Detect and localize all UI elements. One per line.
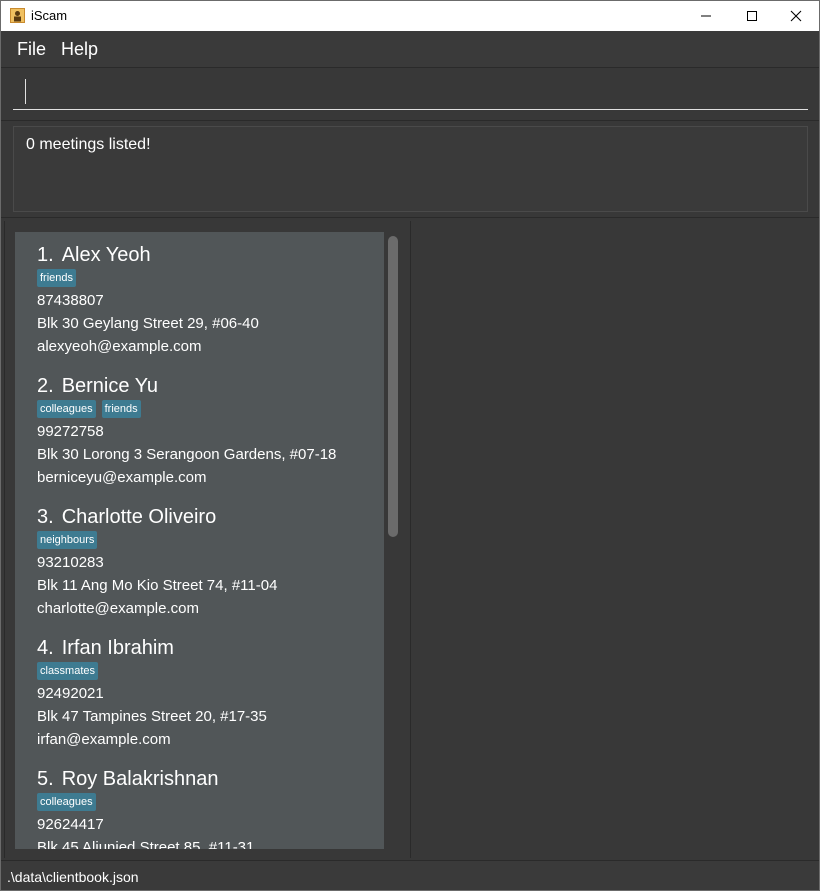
client-address: Blk 45 Aljunied Street 85, #11-31 [37, 839, 255, 849]
client-phone: 92624417 [37, 816, 104, 833]
client-tag: classmates [37, 662, 99, 680]
client-email: irfan@example.com [37, 731, 171, 748]
command-input[interactable] [13, 76, 808, 110]
client-header: 5. Roy Balakrishnan [37, 766, 384, 792]
close-button[interactable] [773, 1, 819, 31]
client-address: Blk 47 Tampines Street 20, #17-35 [37, 708, 267, 725]
client-email: charlotte@example.com [37, 600, 199, 617]
minimize-button[interactable] [683, 1, 729, 31]
client-phone: 99272758 [37, 423, 104, 440]
client-email: alexyeoh@example.com [37, 338, 202, 355]
client-header: 2. Bernice Yu [37, 373, 384, 399]
client-index: 2. [37, 375, 54, 397]
client-name: Roy Balakrishnan [61, 768, 219, 790]
client-tag: friends [101, 400, 141, 418]
list-scrollbar[interactable] [388, 236, 398, 537]
client-header: 3. Charlotte Oliveiro [37, 504, 384, 530]
command-box [1, 68, 819, 121]
title-bar: iScam [1, 1, 819, 31]
client-name: Irfan Ibrahim [61, 637, 174, 659]
window-title: iScam [31, 8, 68, 23]
client-tag: colleagues [37, 400, 96, 418]
client-list-panel: 1. Alex Yeoh friends 87438807 Blk 30 Geyl… [4, 221, 411, 858]
text-caret [25, 79, 26, 104]
client-tag: friends [37, 269, 77, 287]
status-bar: .\data\clientbook.json [1, 860, 819, 890]
client-name: Charlotte Oliveiro [61, 506, 217, 528]
client-header: 4. Irfan Ibrahim [37, 635, 384, 661]
client-card[interactable]: 5. Roy Balakrishnan colleagues 92624417 B… [15, 756, 384, 849]
client-address: Blk 30 Lorong 3 Serangoon Gardens, #07-1… [37, 446, 337, 463]
result-message: 0 meetings listed! [26, 136, 151, 153]
client-name: Bernice Yu [61, 375, 159, 397]
client-name: Alex Yeoh [61, 244, 151, 266]
client-card[interactable]: 2. Bernice Yu colleagues friends 99272758 … [15, 363, 384, 494]
maximize-icon [747, 11, 757, 21]
client-card[interactable]: 1. Alex Yeoh friends 87438807 Blk 30 Geyl… [15, 232, 384, 363]
main-content: 1. Alex Yeoh friends 87438807 Blk 30 Geyl… [1, 218, 819, 858]
client-index: 4. [37, 637, 54, 659]
menu-help[interactable]: Help [61, 39, 98, 60]
data-file-path: .\data\clientbook.json [7, 869, 139, 885]
client-tags: neighbours [37, 531, 384, 551]
client-tags: colleagues friends [37, 400, 384, 420]
app-window: iScam File Help 0 meetings listed! 1. Ale… [0, 0, 820, 891]
menu-bar: File Help [1, 31, 819, 68]
minimize-icon [701, 15, 711, 17]
detail-panel [410, 221, 817, 858]
client-index: 1. [37, 244, 54, 266]
client-phone: 92492021 [37, 685, 104, 702]
client-address: Blk 11 Ang Mo Kio Street 74, #11-04 [37, 577, 278, 594]
client-email: berniceyu@example.com [37, 469, 207, 486]
result-box: 0 meetings listed! [13, 126, 808, 212]
client-card[interactable]: 3. Charlotte Oliveiro neighbours 93210283… [15, 494, 384, 625]
client-tags: friends [37, 269, 384, 289]
client-tag: colleagues [37, 793, 96, 811]
close-icon [790, 10, 802, 22]
client-tag: neighbours [37, 531, 98, 549]
result-display: 0 meetings listed! [1, 121, 819, 218]
menu-file[interactable]: File [17, 39, 46, 60]
client-card[interactable]: 4. Irfan Ibrahim classmates 92492021 Blk … [15, 625, 384, 756]
client-address: Blk 30 Geylang Street 29, #06-40 [37, 315, 259, 332]
client-tags: classmates [37, 662, 384, 682]
client-index: 3. [37, 506, 54, 528]
client-header: 1. Alex Yeoh [37, 242, 384, 268]
client-list[interactable]: 1. Alex Yeoh friends 87438807 Blk 30 Geyl… [15, 232, 384, 849]
app-icon [10, 8, 25, 23]
maximize-button[interactable] [729, 1, 775, 31]
client-index: 5. [37, 768, 54, 790]
client-phone: 93210283 [37, 554, 104, 571]
client-phone: 87438807 [37, 292, 104, 309]
client-tags: colleagues [37, 793, 384, 813]
